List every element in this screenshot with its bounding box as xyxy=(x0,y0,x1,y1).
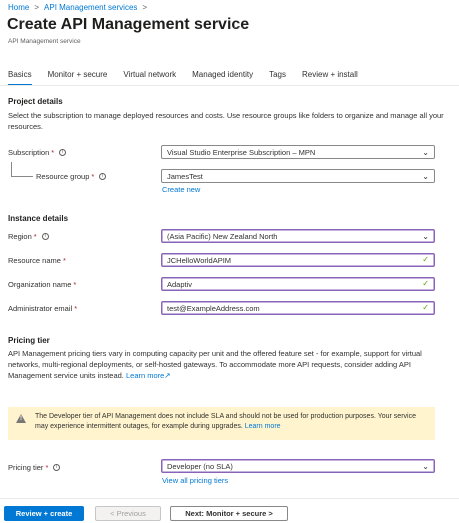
required-marker: * xyxy=(62,256,66,265)
pricing-tier-description: API Management pricing tiers vary in com… xyxy=(8,349,422,380)
checkmark-icon: ✓ xyxy=(422,279,429,288)
pricing-learn-more-link[interactable]: Learn more↗ xyxy=(126,371,171,380)
review-create-button[interactable]: Review + create xyxy=(4,506,84,521)
required-marker: * xyxy=(91,172,95,181)
organization-name-label: Organization name * xyxy=(8,280,77,289)
info-icon[interactable]: i xyxy=(59,149,67,156)
info-icon[interactable]: i xyxy=(53,464,61,471)
organization-name-input[interactable]: Adaptiv ✓ xyxy=(161,277,435,291)
warning-text: The Developer tier of API Management doe… xyxy=(35,413,416,430)
required-marker: * xyxy=(51,148,55,157)
warning-icon: ! xyxy=(16,414,26,423)
page-title: Create API Management service xyxy=(7,16,250,33)
instance-details-heading: Instance details xyxy=(8,214,69,223)
administrator-email-input[interactable]: test@ExampleAddress.com ✓ xyxy=(161,301,435,315)
resource-name-input[interactable]: JCHelloWorldAPIM ✓ xyxy=(161,253,435,267)
tab-tags[interactable]: Tags xyxy=(269,70,286,85)
warning-learn-more-link[interactable]: Learn more xyxy=(245,423,281,430)
tab-divider xyxy=(0,85,459,86)
page-subtitle: API Management service xyxy=(8,38,81,45)
required-marker: * xyxy=(74,304,78,313)
region-label: Region * i xyxy=(8,232,49,241)
required-marker: * xyxy=(33,232,37,241)
view-all-pricing-tiers-link[interactable]: View all pricing tiers xyxy=(162,476,228,485)
chevron-right-icon: > xyxy=(34,3,40,12)
breadcrumb-home[interactable]: Home xyxy=(8,3,29,12)
subscription-select[interactable]: Visual Studio Enterprise Subscription – … xyxy=(161,145,435,159)
tab-bar: Basics Monitor + secure Virtual network … xyxy=(8,70,374,86)
resource-group-label: Resource group * i xyxy=(36,172,107,181)
chevron-down-icon: ⌄ xyxy=(422,148,429,157)
project-details-description: Select the subscription to manage deploy… xyxy=(8,111,444,131)
tree-connector xyxy=(11,162,33,177)
info-icon[interactable]: i xyxy=(99,173,107,180)
administrator-email-label: Administrator email * xyxy=(8,304,78,313)
footer-divider xyxy=(0,498,459,499)
resource-group-select[interactable]: JamesTest ⌄ xyxy=(161,169,435,183)
required-marker: * xyxy=(73,280,77,289)
subscription-label: Subscription * i xyxy=(8,148,67,157)
tab-managed-identity[interactable]: Managed identity xyxy=(192,70,253,85)
checkmark-icon: ✓ xyxy=(422,303,429,312)
chevron-down-icon: ⌄ xyxy=(422,232,429,241)
required-marker: * xyxy=(45,463,49,472)
external-link-icon: ↗ xyxy=(164,371,171,380)
chevron-right-icon: > xyxy=(142,3,148,12)
pricing-tier-label: Pricing tier * i xyxy=(8,463,61,472)
breadcrumb-api-management-services[interactable]: API Management services xyxy=(44,3,137,12)
previous-button[interactable]: < Previous xyxy=(95,506,161,521)
pricing-tier-select[interactable]: Developer (no SLA) ⌄ xyxy=(161,459,435,473)
checkmark-icon: ✓ xyxy=(422,255,429,264)
tab-virtual-network[interactable]: Virtual network xyxy=(123,70,176,85)
tab-basics[interactable]: Basics xyxy=(8,70,32,86)
next-monitor-secure-button[interactable]: Next: Monitor + secure > xyxy=(170,506,288,521)
more-options-icon[interactable]: ... xyxy=(233,19,245,31)
resource-name-label: Resource name * xyxy=(8,256,66,265)
create-new-resource-group-link[interactable]: Create new xyxy=(162,185,200,194)
tab-monitor-secure[interactable]: Monitor + secure xyxy=(48,70,108,85)
region-select[interactable]: (Asia Pacific) New Zealand North ⌄ xyxy=(161,229,435,243)
info-icon[interactable]: i xyxy=(41,233,49,240)
chevron-down-icon: ⌄ xyxy=(422,462,429,471)
chevron-down-icon: ⌄ xyxy=(422,172,429,181)
tab-review-install[interactable]: Review + install xyxy=(302,70,358,85)
breadcrumb: Home > API Management services > xyxy=(8,3,147,12)
pricing-tier-heading: Pricing tier xyxy=(8,336,50,345)
developer-tier-warning: ! The Developer tier of API Management d… xyxy=(8,407,435,440)
project-details-heading: Project details xyxy=(8,97,63,106)
